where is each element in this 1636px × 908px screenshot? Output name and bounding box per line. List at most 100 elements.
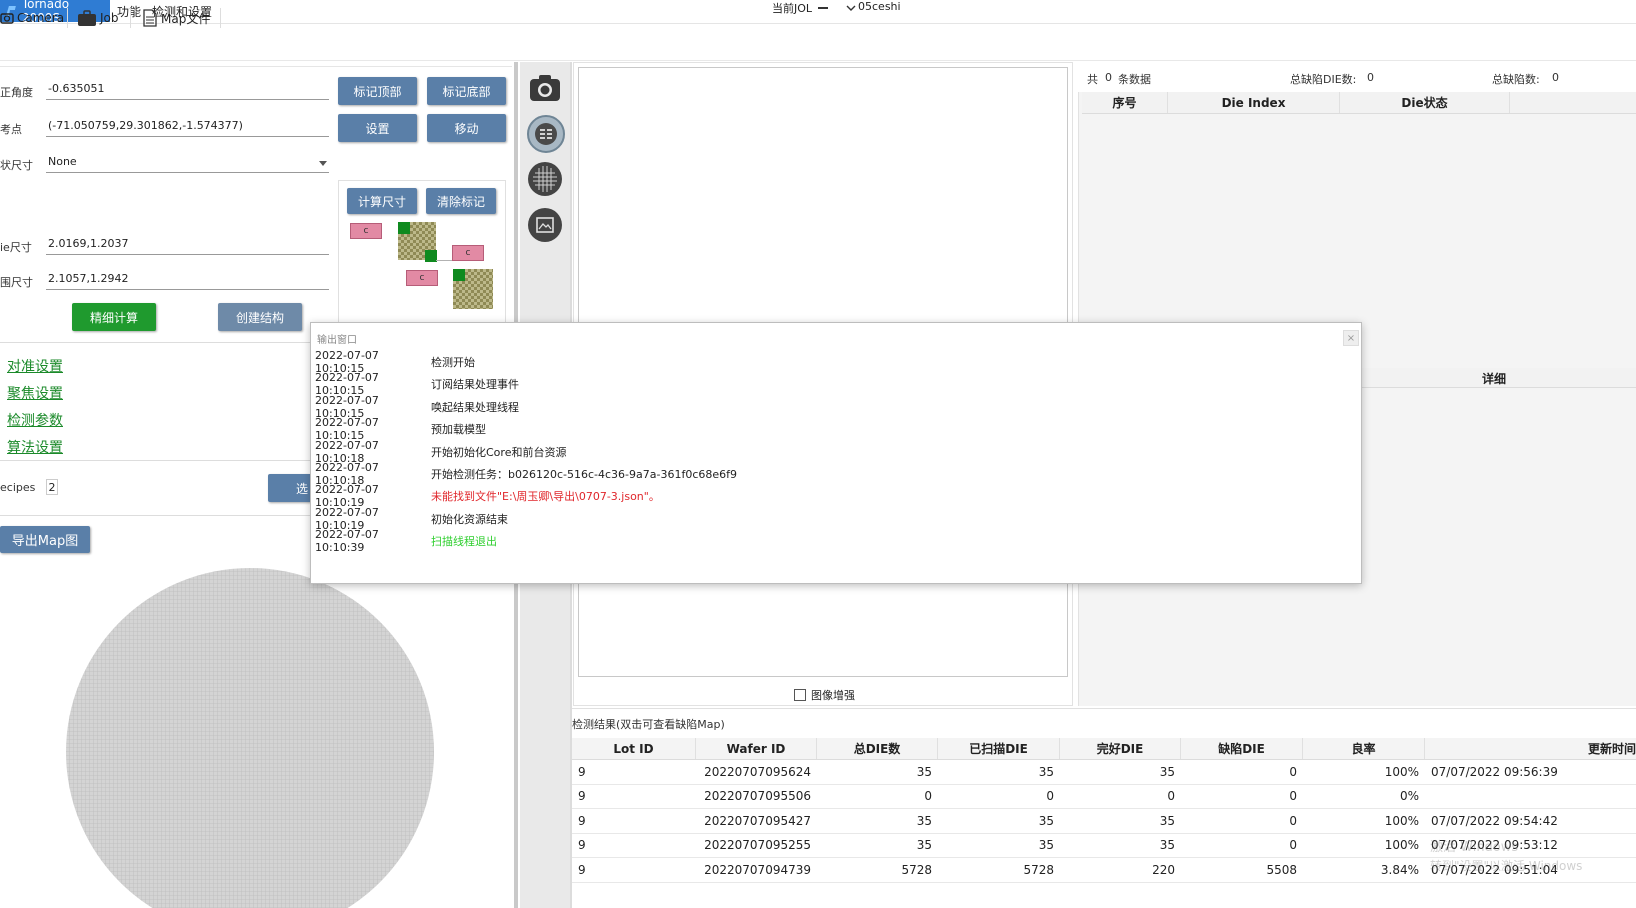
- defect-count-label: 总缺陷数:: [1492, 73, 1540, 86]
- document-icon: [143, 9, 157, 27]
- log-entry: 2022-07-07 10:10:15 唤起结果处理线程: [315, 394, 519, 420]
- log-message: 订阅结果处理事件: [431, 378, 519, 392]
- col-good-die[interactable]: 完好DIE: [1060, 738, 1181, 759]
- log-time: 2022-07-07 10:10:39: [315, 528, 379, 555]
- log-message: 扫描线程退出: [431, 535, 497, 549]
- outer-size-label: 围尺寸: [0, 276, 33, 289]
- grid-list-icon: [535, 123, 557, 145]
- angle-label: 正角度: [0, 86, 33, 99]
- col-index[interactable]: 序号: [1082, 92, 1168, 113]
- link-focus-settings[interactable]: 聚焦设置: [7, 383, 63, 403]
- camera-button[interactable]: Camera: [0, 6, 64, 30]
- recipes-field[interactable]: 2: [46, 479, 58, 495]
- activation-watermark-line2: 转到"设置"以激活 Windows: [1430, 859, 1583, 873]
- toolbar: [0, 25, 1636, 61]
- chip-marker: c: [350, 223, 382, 239]
- col-lot-id[interactable]: Lot ID: [572, 738, 696, 759]
- cell-defect-die: 5508: [1266, 862, 1297, 877]
- camera-label: Camera: [17, 11, 65, 25]
- chip-marker: c: [452, 245, 484, 261]
- link-algorithm-settings[interactable]: 算法设置: [7, 437, 63, 457]
- snapshot-button[interactable]: [527, 70, 563, 106]
- log-message: 初始化资源结束: [431, 512, 508, 526]
- log-entry: 2022-07-07 10:10:18 开始初始化Core和前台资源: [315, 439, 567, 465]
- layout-view-button[interactable]: [527, 115, 565, 153]
- log-message: 开始检测任务：b026120c-516c-4c36-9a7a-361f0c68e…: [431, 468, 738, 481]
- anchor-marker: [398, 222, 410, 234]
- col-defect-die[interactable]: 缺陷DIE: [1181, 738, 1303, 759]
- cell-scanned-die: 35: [1038, 813, 1054, 828]
- chevron-down-icon: [846, 5, 856, 11]
- defect-die-value: 0: [1367, 71, 1374, 84]
- col-total-die[interactable]: 总DIE数: [817, 738, 938, 759]
- cell-defect-die: 0: [1289, 789, 1297, 804]
- col-yield[interactable]: 良率: [1303, 738, 1425, 759]
- log-message: 预加载模型: [431, 423, 486, 437]
- defect-count-value: 0: [1552, 71, 1559, 84]
- enhance-label: 图像增强: [811, 689, 855, 702]
- move-button[interactable]: 移动: [427, 114, 506, 142]
- log-entry: 2022-07-07 10:10:15 订阅结果处理事件: [315, 371, 519, 397]
- log-message: 开始初始化Core和前台资源: [431, 445, 567, 459]
- left-panel-top-border: [0, 66, 512, 67]
- col-die-index[interactable]: Die Index: [1168, 92, 1340, 113]
- col-extra: [1510, 92, 1636, 113]
- die-size-field[interactable]: 2.0169,1.2037: [46, 237, 329, 255]
- settings-button[interactable]: 设置: [338, 114, 417, 142]
- cell-wafer-id: 20220707095255: [704, 838, 811, 853]
- angle-field[interactable]: -0.635051: [46, 82, 329, 100]
- current-job-select[interactable]: [814, 0, 858, 16]
- cell-scanned-die: 35: [1038, 764, 1054, 779]
- table-row[interactable]: 9 20220707095427 35 35 35 0 100% 07/07/2022 09:…: [572, 809, 1636, 834]
- cell-defect-die: 0: [1289, 838, 1297, 853]
- table-row[interactable]: 9 20220707095624 35 35 35 0 100% 07/07/2022 09:…: [572, 760, 1636, 785]
- map-file-button[interactable]: Map文件: [142, 6, 210, 30]
- col-scanned-die[interactable]: 已扫描DIE: [938, 738, 1060, 759]
- job-button[interactable]: Job: [77, 6, 119, 30]
- dropdown-arrow-icon: [319, 161, 327, 166]
- link-alignment-settings[interactable]: 对准设置: [7, 356, 63, 376]
- cell-good-die: 35: [1159, 764, 1175, 779]
- log-entry: 2022-07-07 10:10:18 开始检测任务：b026120c-516c-…: [315, 461, 738, 487]
- image-enhance-toggle[interactable]: 图像增强: [794, 687, 855, 703]
- cell-yield: 100%: [1384, 813, 1419, 828]
- clear-mark-button[interactable]: 清除标记: [426, 188, 496, 214]
- wafer-grid-button[interactable]: [528, 162, 562, 196]
- image-view-button[interactable]: [528, 208, 562, 242]
- die-size-label: ie尺寸: [0, 241, 32, 254]
- cell-wafer-id: 20220707094739: [704, 862, 811, 877]
- enhance-checkbox[interactable]: [794, 689, 806, 701]
- export-map-button[interactable]: 导出Map图: [0, 526, 90, 553]
- log-entry: 2022-07-07 10:10:15 检测开始: [315, 349, 475, 375]
- cell-yield: 0%: [1399, 789, 1419, 804]
- ref-point-field[interactable]: (-71.050759,29.301862,-1.574377): [46, 119, 329, 137]
- mark-bottom-button[interactable]: 标记底部: [427, 77, 506, 105]
- camera-icon: [530, 75, 560, 101]
- col-die-status[interactable]: Die状态: [1340, 92, 1510, 113]
- chip-marker: c: [406, 270, 438, 286]
- close-icon[interactable]: ×: [1343, 330, 1359, 346]
- cell-scanned-die: 0: [1046, 789, 1054, 804]
- briefcase-icon: [78, 10, 96, 26]
- wafer-map[interactable]: [66, 568, 434, 908]
- cell-wafer-id: 20220707095624: [704, 764, 811, 779]
- create-structure-button[interactable]: 创建结构: [218, 303, 302, 331]
- calc-size-button[interactable]: 计算尺寸: [347, 188, 417, 214]
- link-inspection-params[interactable]: 检测参数: [7, 410, 63, 430]
- col-update-time[interactable]: 更新时间: [1425, 738, 1636, 759]
- fine-calc-button[interactable]: 精细计算: [72, 303, 156, 331]
- menu-function[interactable]: 功能: [117, 3, 141, 20]
- camera-icon: [0, 13, 14, 24]
- log-message: 检测开始: [431, 356, 475, 369]
- cell-total-die: 35: [916, 838, 932, 853]
- table-row[interactable]: 9 20220707095506 0 0 0 0 0%: [572, 785, 1636, 809]
- anchor-marker: [453, 269, 465, 281]
- ref-point-label: 考点: [0, 123, 22, 136]
- mark-top-button[interactable]: 标记顶部: [338, 77, 417, 105]
- total-count: 0: [1105, 71, 1112, 84]
- col-wafer-id[interactable]: Wafer ID: [696, 738, 817, 759]
- outer-size-field[interactable]: 2.1057,1.2942: [46, 272, 329, 290]
- shape-size-select[interactable]: None: [46, 155, 329, 173]
- results-caption: 检测结果(双击可查看缺陷Map): [572, 718, 725, 731]
- output-window-title: 输出窗口: [317, 335, 357, 346]
